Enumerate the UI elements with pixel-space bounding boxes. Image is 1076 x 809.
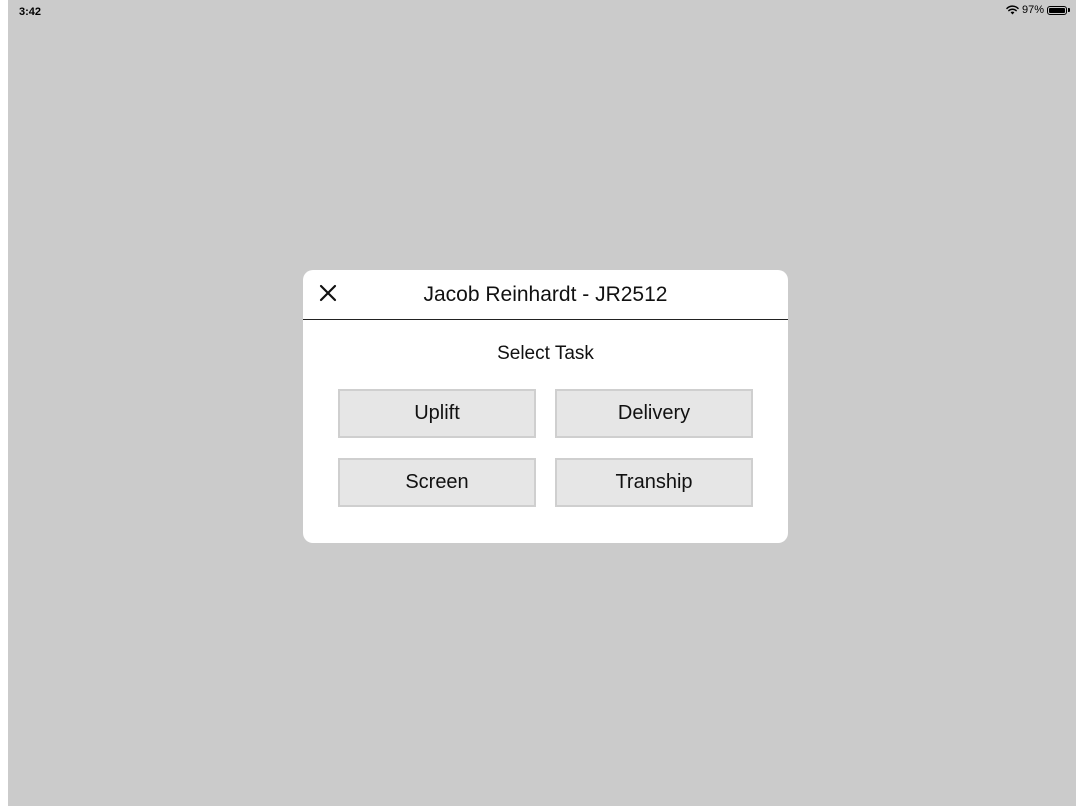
tranship-button[interactable]: Tranship [555, 458, 753, 507]
battery-percent: 97% [1021, 4, 1044, 16]
dialog-header: Jacob Reinhardt - JR2512 [303, 270, 788, 320]
delivery-button[interactable]: Delivery [555, 389, 753, 438]
select-task-dialog: Jacob Reinhardt - JR2512 Select Task Upl… [303, 270, 788, 543]
dialog-subtitle: Select Task [497, 343, 594, 364]
status-bar: 3:42 97% [0, 0, 1076, 22]
wifi-icon [1006, 5, 1019, 15]
battery-icon [1047, 5, 1070, 15]
screen-button[interactable]: Screen [338, 458, 536, 507]
status-time: 3:42 [19, 6, 42, 18]
dialog-title-text: Jacob Reinhardt - JR2512 [423, 283, 668, 306]
status-indicators: 97% [1006, 4, 1070, 16]
screen: 3:42 97% Jacob Reinhardt - JR2512 Select… [0, 0, 1076, 809]
uplift-button[interactable]: Uplift [338, 389, 536, 438]
dialog-title: Jacob Reinhardt - JR2512 [303, 283, 788, 307]
